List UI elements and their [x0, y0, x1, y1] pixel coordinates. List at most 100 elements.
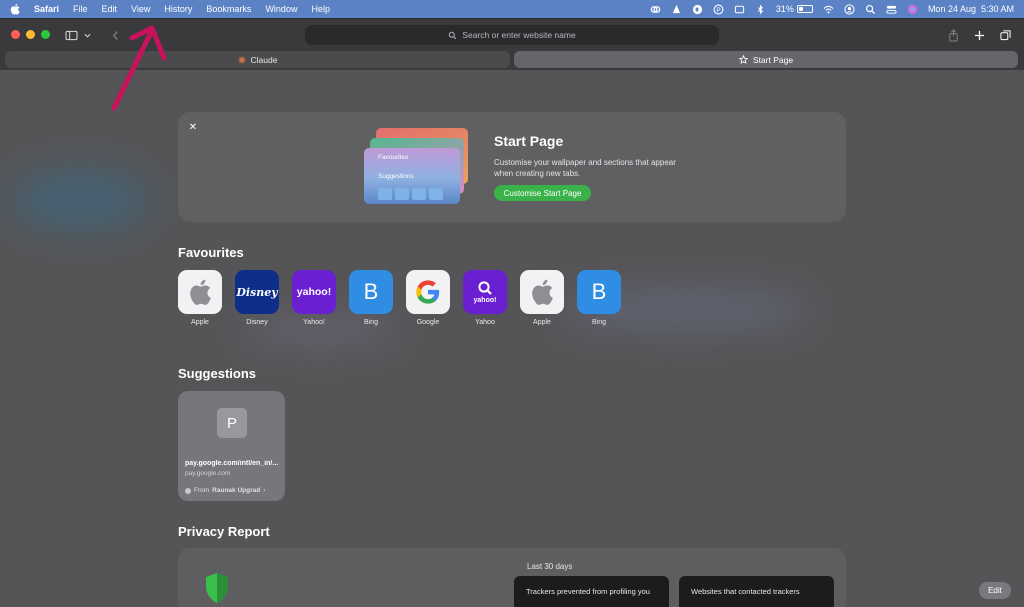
star-icon [738, 55, 748, 64]
tab-overview-icon [999, 29, 1011, 40]
privacy-period: Last 30 days [527, 562, 573, 571]
favourite-apple[interactable]: Apple [520, 270, 564, 326]
tab-start-page[interactable]: Start Page [514, 51, 1018, 68]
chevron-down-icon [84, 33, 91, 38]
start-page: ✕ Favourites Suggestions Start Page Cust… [0, 70, 1024, 607]
battery-percent: 31% [775, 4, 794, 14]
suggestion-from-name: Raunak Upgrad [212, 487, 261, 494]
favourite-apple[interactable]: Apple [178, 270, 222, 326]
menu-app-name[interactable]: Safari [34, 4, 59, 14]
suggestion-letter-icon: P [217, 408, 247, 438]
promo-art-tile [412, 188, 426, 200]
vlc-icon[interactable] [671, 4, 682, 15]
minimize-window-button[interactable] [26, 30, 35, 39]
control-center-icon[interactable] [886, 4, 897, 15]
apple-icon [178, 270, 222, 314]
user-icon[interactable] [844, 3, 855, 15]
bluetooth-icon[interactable] [755, 4, 766, 15]
menu-help[interactable]: Help [311, 4, 330, 14]
favourite-yahoo[interactable]: yahoo! Yahoo! [292, 270, 336, 326]
window-controls [11, 30, 50, 39]
svg-text:P: P [716, 6, 720, 13]
address-bar[interactable]: Search or enter website name [305, 25, 719, 45]
favourite-label: Bing [591, 319, 606, 326]
back-button[interactable] [104, 25, 126, 45]
favourite-google[interactable]: Google [406, 270, 450, 326]
creative-cloud-icon[interactable] [650, 4, 661, 15]
window-icon[interactable] [734, 4, 745, 15]
siri-icon[interactable] [907, 4, 918, 15]
favourite-disney[interactable]: Disney Disney [235, 270, 279, 326]
bing-logo-text: B [363, 279, 379, 304]
privacy-report-title: Privacy Report [178, 524, 270, 539]
favourite-label: Apple [533, 319, 551, 326]
address-placeholder: Search or enter website name [462, 30, 576, 40]
menu-bookmarks[interactable]: Bookmarks [206, 4, 251, 14]
apple-menu-icon[interactable] [10, 3, 20, 15]
tab-overview-button[interactable] [996, 25, 1014, 45]
promo-art-tile [395, 188, 409, 200]
suggestion-card[interactable]: P pay.google.com/intl/en_in/... pay.goog… [178, 391, 285, 501]
wifi-icon[interactable] [823, 4, 834, 15]
chevron-left-icon [112, 30, 118, 40]
close-icon[interactable]: ✕ [186, 120, 200, 134]
trackers-prevented-card[interactable]: Trackers prevented from profiling you [514, 576, 669, 607]
app-icon[interactable] [692, 4, 703, 15]
tab-label: Claude [250, 54, 278, 65]
suggestion-title: pay.google.com/intl/en_in/... [185, 460, 279, 467]
edit-start-page-button[interactable]: Edit [979, 582, 1011, 599]
favourite-bing[interactable]: B Bing [577, 270, 621, 326]
favourite-bing[interactable]: B Bing [349, 270, 393, 326]
suggestion-url: pay.google.com [185, 470, 231, 477]
menu-bar: Safari File Edit View History Bookmarks … [0, 0, 1024, 18]
favourites-grid: Apple Disney Disney yahoo! Yahoo! B Bing… [178, 270, 621, 326]
favourite-label: Disney [246, 319, 268, 326]
wallpaper-blob [10, 170, 150, 230]
close-window-button[interactable] [11, 30, 20, 39]
menu-edit[interactable]: Edit [102, 4, 118, 14]
apple-icon [520, 270, 564, 314]
menu-datetime[interactable]: Mon 24 Aug 5:30 AM [928, 4, 1014, 14]
promo-art-front-card: Favourites Suggestions [364, 148, 460, 204]
yahoo-search-icon: yahoo! [463, 270, 507, 314]
promo-art-tile [429, 188, 443, 200]
zoom-window-button[interactable] [41, 30, 50, 39]
promo-illustration: Favourites Suggestions [364, 128, 470, 206]
search-icon [449, 31, 457, 39]
customise-start-page-button[interactable]: Customise Start Page [494, 185, 591, 201]
disney-icon: Disney [235, 270, 279, 314]
circle-p-icon[interactable]: P [713, 4, 724, 15]
battery-indicator[interactable]: 31% [776, 4, 813, 14]
websites-contacted-trackers-card[interactable]: Websites that contacted trackers [679, 576, 834, 607]
privacy-report-card[interactable]: Last 30 days Trackers prevented from pro… [178, 548, 846, 607]
bing-logo-text: B [591, 279, 607, 304]
browser-toolbar: Search or enter website name [0, 18, 1024, 50]
favourite-label: Yahoo [475, 319, 495, 326]
favourite-yahoo-search[interactable]: yahoo! Yahoo [463, 270, 507, 326]
menu-history[interactable]: History [164, 4, 192, 14]
shield-icon [206, 573, 228, 603]
favourites-title: Favourites [178, 245, 244, 260]
search-icon[interactable] [865, 4, 876, 15]
bing-icon: B [349, 270, 393, 314]
favourite-label: Google [416, 319, 440, 326]
disney-logo-text: Disney [236, 285, 278, 299]
promo-art-favourites-label: Favourites [378, 154, 409, 161]
menu-file[interactable]: File [73, 4, 88, 14]
favourite-label: Yahoo! [303, 319, 325, 326]
menu-view[interactable]: View [131, 4, 150, 14]
promo-art-suggestions-label: Suggestions [378, 173, 414, 180]
favourite-label: Apple [191, 319, 209, 326]
claude-icon [237, 55, 246, 64]
tab-bar: Claude Start Page [0, 50, 1024, 70]
yahoo-logo-text: yahoo! [473, 297, 497, 304]
battery-icon [796, 5, 813, 13]
new-tab-button[interactable] [970, 25, 988, 45]
menu-window[interactable]: Window [265, 4, 297, 14]
share-button[interactable] [944, 25, 962, 45]
sidebar-toggle-button[interactable] [58, 25, 98, 45]
favourite-label: Bing [363, 319, 378, 326]
chevron-right-icon: › [263, 487, 266, 494]
tab-claude[interactable]: Claude [5, 51, 510, 68]
start-page-promo-card: ✕ Favourites Suggestions Start Page Cust… [178, 112, 846, 222]
